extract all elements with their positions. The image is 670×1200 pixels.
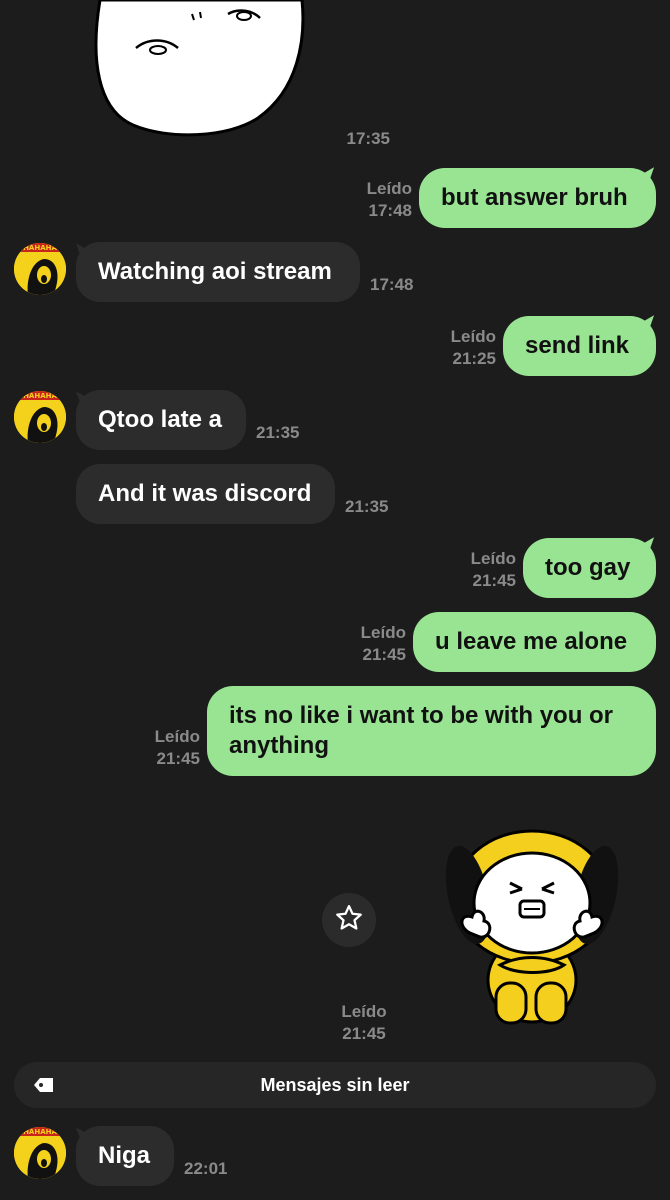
unread-messages-divider[interactable]: Mensajes sin leer	[14, 1062, 656, 1108]
tag-icon	[32, 1075, 56, 1100]
message-meta: Leído 17:48	[340, 178, 412, 222]
yellow-puppy-sticker[interactable]	[440, 815, 625, 1030]
svg-text:HAHAHA: HAHAHA	[23, 244, 57, 252]
incoming-message-bubble[interactable]: Qtoo late a	[76, 390, 246, 450]
star-icon	[334, 903, 364, 938]
incoming-message-bubble[interactable]: Watching aoi stream	[76, 242, 360, 302]
read-status: Leído	[366, 179, 412, 198]
message-meta: Leído 21:25	[424, 326, 496, 370]
message-text: send link	[525, 332, 630, 359]
unread-divider-label: Mensajes sin leer	[260, 1074, 410, 1095]
contact-avatar[interactable]: HAHAHA	[14, 391, 66, 443]
message-time: 17:48	[368, 201, 412, 220]
read-status: Leído	[154, 727, 200, 746]
incoming-message-bubble[interactable]: And it was discord	[76, 464, 335, 524]
read-status: Leído	[470, 549, 516, 568]
read-status: Leído	[360, 623, 406, 642]
chat-view: 17:35 Leído 17:48 but answer bruh HAHAHA…	[0, 0, 670, 1200]
svg-text:HAHAHA: HAHAHA	[23, 1128, 57, 1136]
message-time: 22:01	[184, 1159, 228, 1178]
outgoing-message-bubble[interactable]: its no like i want to be with you or any…	[207, 686, 656, 776]
message-meta: Leído 21:45	[334, 622, 406, 666]
message-time: 21:35	[256, 423, 300, 442]
read-status: Leído	[341, 1002, 387, 1021]
outgoing-message-bubble[interactable]: too gay	[523, 538, 656, 598]
message-text: Qtoo late a	[98, 406, 223, 433]
message-time: 21:45	[342, 1024, 386, 1043]
message-time: 21:25	[452, 349, 496, 368]
message-text: but answer bruh	[441, 184, 628, 211]
message-meta: Leído 21:45	[328, 1001, 400, 1045]
read-status: Leído	[450, 327, 496, 346]
outgoing-message-bubble[interactable]: but answer bruh	[419, 168, 656, 228]
message-text: Niga	[98, 1142, 151, 1169]
incoming-message-bubble[interactable]: Niga	[76, 1126, 174, 1186]
message-meta: Leído 21:45	[444, 548, 516, 592]
svg-text:HAHAHA: HAHAHA	[23, 392, 57, 400]
message-text: Watching aoi stream	[98, 258, 332, 285]
message-text: too gay	[545, 554, 631, 581]
message-meta: Leído 21:45	[128, 726, 200, 770]
message-time: 17:48	[370, 275, 414, 294]
meme-face-sticker[interactable]	[88, 0, 310, 140]
message-time: 21:45	[156, 749, 200, 768]
message-text: And it was discord	[98, 480, 312, 507]
contact-avatar[interactable]: HAHAHA	[14, 243, 66, 295]
message-time: 21:45	[362, 645, 406, 664]
contact-avatar[interactable]: HAHAHA	[14, 1127, 66, 1179]
message-time: 21:45	[472, 571, 516, 590]
message-text: its no like i want to be with you or any…	[229, 702, 614, 759]
message-text: u leave me alone	[435, 628, 628, 655]
favorite-sticker-button[interactable]	[322, 893, 376, 947]
outgoing-message-bubble[interactable]: send link	[503, 316, 656, 376]
message-time: 21:35	[345, 497, 389, 516]
message-time: 17:35	[346, 129, 390, 148]
outgoing-message-bubble[interactable]: u leave me alone	[413, 612, 656, 672]
